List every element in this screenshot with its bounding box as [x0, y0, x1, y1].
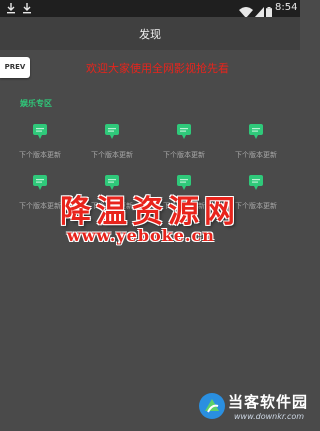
prev-button[interactable]: PREV: [0, 57, 30, 78]
brand-name: 当客软件园: [228, 393, 309, 411]
grid-item[interactable]: 下个版本更新: [149, 124, 219, 164]
battery-icon: [266, 3, 272, 18]
chat-bubble-icon: [105, 124, 119, 140]
chat-bubble-icon: [33, 175, 47, 191]
grid-item[interactable]: 下个版本更新: [77, 124, 147, 164]
chat-bubble-icon: [177, 124, 191, 140]
section-title: 娱乐专区: [20, 99, 52, 108]
brand-logo-icon: [198, 392, 226, 420]
status-bar: 8:54: [0, 0, 300, 18]
grid-item[interactable]: 下个版本更新: [5, 124, 75, 164]
chat-bubble-icon: [33, 124, 47, 140]
watermark-text: 降温资源网: [60, 194, 240, 230]
marquee-text: 欢迎大家使用全网影视抢先看: [86, 62, 229, 75]
grid-item-label: 下个版本更新: [235, 151, 277, 159]
status-time: 8:54: [275, 2, 298, 13]
grid-item-label: 下个版本更新: [163, 151, 205, 159]
grid-item-label: 下个版本更新: [91, 151, 133, 159]
grid-item[interactable]: 下个版本更新: [221, 124, 291, 164]
app-header: 发现: [0, 17, 300, 50]
watermark-url: www.yeboke.cn: [67, 226, 215, 245]
download-icon: [22, 2, 32, 14]
chat-bubble-icon: [249, 175, 263, 191]
grid-item-label: 下个版本更新: [19, 151, 61, 159]
brand-url: www.downkr.com: [234, 412, 305, 421]
signal-icon: [254, 3, 264, 18]
wifi-icon: [239, 3, 253, 18]
brand-logo: 当客软件园 www.downkr.com: [198, 390, 307, 431]
chat-bubble-icon: [249, 124, 263, 140]
download-icon: [6, 2, 16, 14]
page-title: 发现: [139, 28, 161, 41]
